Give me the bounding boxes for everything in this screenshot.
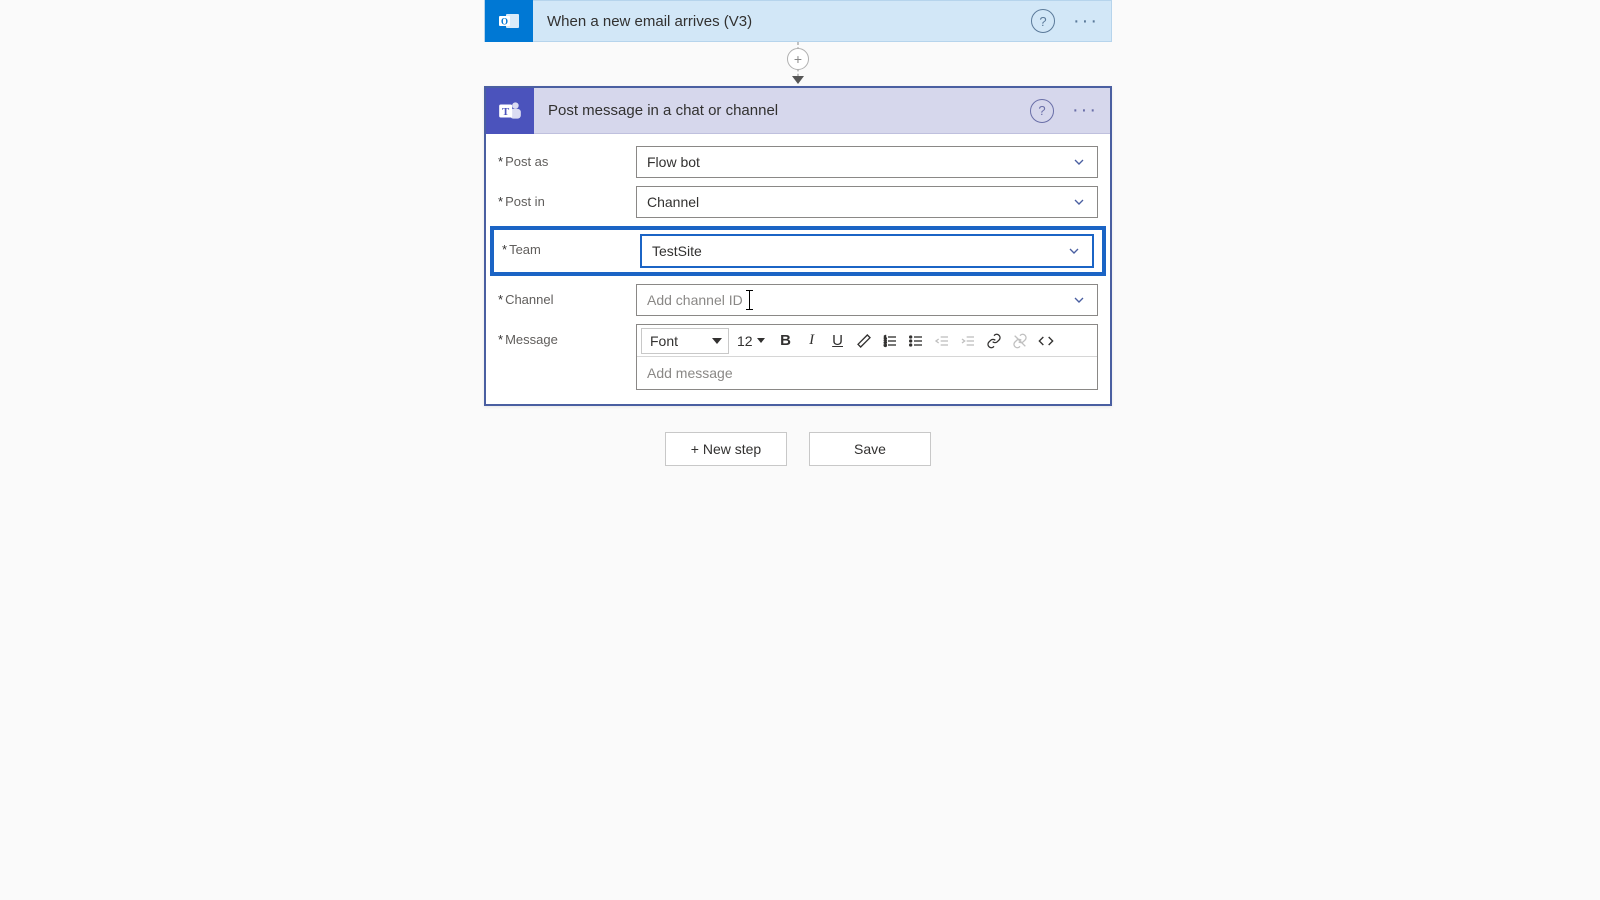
italic-button[interactable]: I	[799, 328, 825, 354]
field-label: *Channel	[498, 284, 636, 307]
text-cursor-icon	[749, 290, 750, 310]
message-textarea[interactable]: Add message	[637, 357, 1097, 389]
channel-input[interactable]: Add channel ID	[636, 284, 1098, 316]
field-post-as: *Post as Flow bot	[498, 146, 1098, 178]
field-team-highlighted: *Team TestSite	[490, 226, 1106, 276]
field-label: *Team	[498, 234, 640, 257]
connector: +	[484, 42, 1112, 86]
rich-text-toolbar: Font 12 B I U	[637, 325, 1097, 357]
link-button[interactable]	[981, 328, 1007, 354]
action-body: *Post as Flow bot *Post in Channel *Team…	[486, 134, 1110, 404]
font-family-select[interactable]: Font	[641, 328, 729, 354]
chevron-down-icon	[1071, 154, 1087, 170]
placeholder-text: Add channel ID	[647, 292, 743, 308]
select-value: Channel	[647, 194, 1071, 210]
code-view-button[interactable]	[1033, 328, 1059, 354]
chevron-down-icon	[1066, 243, 1082, 259]
field-post-in: *Post in Channel	[498, 186, 1098, 218]
increase-indent-button[interactable]	[955, 328, 981, 354]
add-step-icon[interactable]: +	[787, 48, 809, 70]
post-as-select[interactable]: Flow bot	[636, 146, 1098, 178]
numbered-list-button[interactable]: 123	[877, 328, 903, 354]
svg-text:O: O	[501, 17, 508, 27]
help-icon[interactable]: ?	[1031, 9, 1055, 33]
chevron-down-icon	[1071, 194, 1087, 210]
field-channel: *Channel Add channel ID	[498, 284, 1098, 316]
message-editor: Font 12 B I U	[636, 324, 1098, 390]
outlook-icon: O	[485, 0, 533, 42]
font-size-select[interactable]: 12	[737, 328, 765, 354]
teams-icon: T	[486, 88, 534, 134]
select-value: TestSite	[652, 243, 1066, 259]
action-card: T Post message in a chat or channel ? ··…	[484, 86, 1112, 406]
help-icon[interactable]: ?	[1030, 99, 1054, 123]
svg-text:T: T	[502, 105, 510, 117]
caret-down-icon	[757, 338, 765, 343]
svg-text:3: 3	[884, 342, 887, 347]
field-label: *Post as	[498, 146, 636, 169]
save-button[interactable]: Save	[809, 432, 931, 466]
action-title: Post message in a chat or channel	[534, 102, 1030, 119]
new-step-button[interactable]: + New step	[665, 432, 787, 466]
trigger-title: When a new email arrives (V3)	[533, 13, 1031, 30]
field-label: *Post in	[498, 186, 636, 209]
arrow-down-icon	[792, 76, 804, 84]
chevron-down-icon	[1071, 292, 1087, 308]
underline-button[interactable]: U	[825, 328, 851, 354]
footer-buttons: + New step Save	[484, 432, 1112, 466]
action-header[interactable]: T Post message in a chat or channel ? ··…	[486, 88, 1110, 134]
more-icon[interactable]: ···	[1073, 10, 1099, 33]
team-select[interactable]: TestSite	[640, 234, 1094, 268]
caret-down-icon	[712, 338, 722, 344]
unlink-button[interactable]	[1007, 328, 1033, 354]
post-in-select[interactable]: Channel	[636, 186, 1098, 218]
more-icon[interactable]: ···	[1072, 99, 1098, 122]
field-label: *Message	[498, 324, 636, 347]
highlight-button[interactable]	[851, 328, 877, 354]
bulleted-list-button[interactable]	[903, 328, 929, 354]
decrease-indent-button[interactable]	[929, 328, 955, 354]
trigger-card[interactable]: O When a new email arrives (V3) ? ···	[484, 0, 1112, 42]
bold-button[interactable]: B	[773, 328, 799, 354]
select-value: Flow bot	[647, 154, 1071, 170]
field-message: *Message Font 12 B I U	[498, 324, 1098, 390]
